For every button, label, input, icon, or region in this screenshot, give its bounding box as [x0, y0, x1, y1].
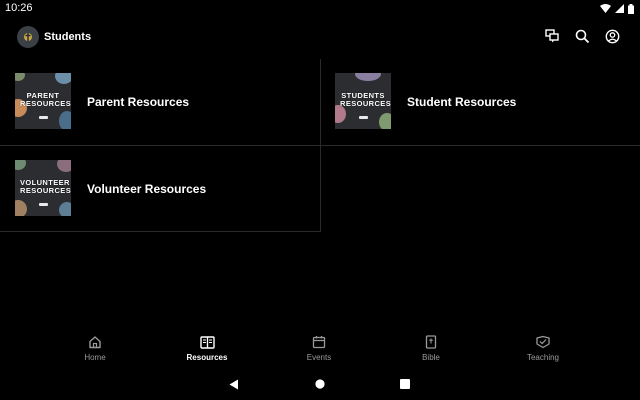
teaching-icon — [535, 334, 551, 350]
tile-volunteer-resources[interactable]: VOLUNTEER RESOURCES Volunteer Resources — [0, 146, 320, 232]
resources-icon — [199, 334, 215, 350]
calendar-icon — [311, 334, 327, 350]
bible-icon — [423, 334, 439, 350]
student-resources-thumbnail: STUDENTS RESOURCES — [335, 73, 391, 129]
search-icon[interactable] — [574, 28, 590, 44]
system-nav-bar — [0, 372, 640, 396]
nav-item-home[interactable]: Home — [60, 334, 130, 362]
app-screen: 10:26 Students PARENT RESOURCES Parent R… — [0, 0, 640, 400]
volunteer-resources-thumbnail: VOLUNTEER RESOURCES — [15, 160, 71, 216]
thumb-text: STUDENTS RESOURCES — [340, 91, 391, 108]
tile-parent-resources[interactable]: PARENT RESOURCES Parent Resources — [0, 59, 320, 145]
home-icon — [87, 334, 103, 350]
app-bar: Students — [0, 20, 640, 56]
nav-item-bible[interactable]: Bible — [396, 334, 466, 362]
battery-icon — [628, 3, 634, 14]
app-title: Students — [44, 31, 92, 43]
logo-mark — [39, 203, 48, 206]
parent-resources-thumbnail: PARENT RESOURCES — [15, 73, 71, 129]
thumb-text: PARENT RESOURCES — [20, 91, 71, 108]
nav-label: Home — [84, 353, 106, 362]
wifi-icon — [600, 4, 611, 13]
app-actions — [544, 28, 620, 44]
chat-icon[interactable] — [544, 28, 560, 44]
tile-student-resources[interactable]: STUDENTS RESOURCES Student Resources — [320, 59, 640, 145]
account-icon[interactable] — [604, 28, 620, 44]
logo-mark — [359, 116, 368, 119]
recents-icon[interactable] — [398, 377, 412, 391]
nav-item-events[interactable]: Events — [284, 334, 354, 362]
status-icons — [600, 3, 634, 14]
tile-label: Parent Resources — [87, 95, 190, 109]
nav-label: Resources — [186, 353, 228, 362]
tile-label: Volunteer Resources — [87, 182, 207, 196]
home-button-icon[interactable] — [313, 377, 327, 391]
signal-icon — [615, 4, 624, 13]
back-icon[interactable] — [227, 377, 241, 391]
church-logo-icon[interactable] — [17, 26, 39, 48]
nav-item-resources[interactable]: Resources — [172, 334, 242, 362]
nav-label: Teaching — [526, 353, 560, 362]
bottom-nav: Home Resources Events Bible Teaching — [0, 334, 640, 368]
nav-item-teaching[interactable]: Teaching — [508, 334, 578, 362]
status-time: 10:26 — [5, 2, 33, 14]
logo-mark — [39, 116, 48, 119]
nav-label: Bible — [422, 353, 440, 362]
nav-label: Events — [306, 353, 332, 362]
thumb-text: VOLUNTEER RESOURCES — [20, 178, 71, 195]
tile-label: Student Resources — [407, 95, 517, 109]
status-bar: 10:26 — [0, 0, 640, 18]
